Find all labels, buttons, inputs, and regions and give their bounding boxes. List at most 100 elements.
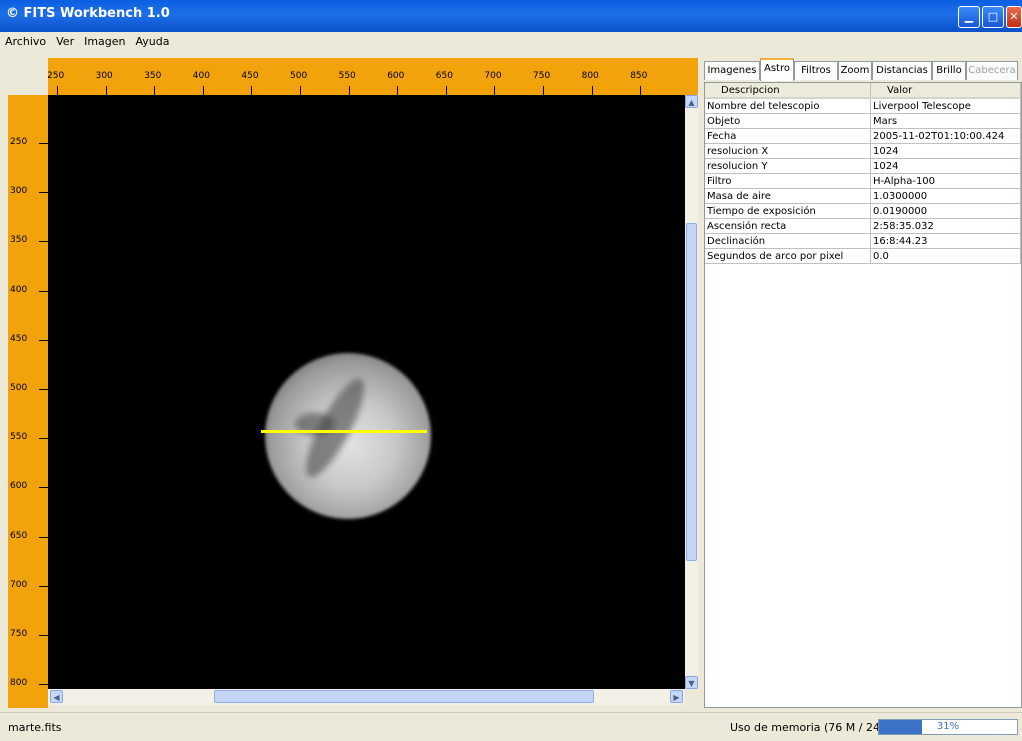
table-row[interactable]: Objeto Mars bbox=[705, 113, 1021, 129]
tab-brillo[interactable]: Brillo bbox=[932, 61, 966, 80]
menu-bar: Archivo Ver Imagen Ayuda bbox=[0, 32, 1022, 52]
table-row[interactable]: Declinación 16:8:44.23 bbox=[705, 233, 1021, 249]
horizontal-scrollbar[interactable]: ◀ ▶ bbox=[48, 689, 685, 705]
cell-descripcion: Nombre del telescopio bbox=[705, 98, 871, 114]
x-ruler-tick bbox=[154, 86, 156, 95]
menu-archivo[interactable]: Archivo bbox=[0, 32, 51, 52]
x-ruler-tick bbox=[397, 86, 399, 95]
image-panel: 250 300 350 400 450 500 550 600 650 700 750 800 850 … bbox=[8, 58, 698, 708]
horizontal-scroll-thumb[interactable] bbox=[214, 690, 594, 703]
x-ruler-tick bbox=[494, 86, 496, 95]
vertical-scrollbar[interactable]: ▲ ▼ bbox=[685, 95, 698, 689]
x-ruler-label: 450 bbox=[241, 71, 259, 81]
y-ruler-label: 800 bbox=[10, 678, 28, 689]
cell-valor: 1024 bbox=[870, 143, 1021, 159]
tab-imagenes[interactable]: Imagenes bbox=[704, 61, 760, 80]
table-row[interactable]: resolucion X 1024 bbox=[705, 143, 1021, 159]
x-ruler-tick bbox=[251, 86, 253, 95]
x-ruler-tick bbox=[445, 86, 447, 95]
column-header-descripcion[interactable]: Descripcion bbox=[705, 83, 871, 99]
y-ruler-tick bbox=[39, 536, 48, 538]
x-ruler-tick bbox=[543, 86, 544, 95]
cell-valor: Mars bbox=[870, 113, 1021, 129]
y-ruler-tick bbox=[39, 241, 48, 243]
y-ruler-tick bbox=[39, 290, 48, 292]
status-filename: marte.fits bbox=[8, 721, 62, 734]
table-row[interactable]: Masa de aire 1.0300000 bbox=[705, 188, 1021, 204]
tab-astro[interactable]: Astro bbox=[760, 58, 794, 81]
cell-valor: 2:58:35.032 bbox=[870, 218, 1021, 234]
vertical-scroll-thumb[interactable] bbox=[686, 223, 697, 561]
scroll-down-arrow[interactable]: ▼ bbox=[685, 676, 698, 689]
title-bar: © FITS Workbench 1.0 ▁ □ ✕ bbox=[0, 0, 1022, 32]
x-ruler-tick bbox=[202, 86, 204, 95]
cell-descripcion: Fecha bbox=[705, 128, 871, 144]
y-ruler-label: 650 bbox=[10, 530, 28, 541]
app-icon: © bbox=[6, 6, 19, 21]
tab-strip: Imagenes Astro Filtros Zoom Distancias B… bbox=[704, 58, 1022, 82]
info-panel: Imagenes Astro Filtros Zoom Distancias B… bbox=[704, 58, 1022, 708]
x-ruler-tick bbox=[348, 86, 350, 95]
menu-imagen[interactable]: Imagen bbox=[79, 32, 130, 52]
cell-valor: 1024 bbox=[870, 158, 1021, 174]
y-ruler-tick bbox=[39, 143, 48, 144]
x-ruler-tick bbox=[640, 86, 642, 95]
scroll-up-arrow[interactable]: ▲ bbox=[685, 95, 698, 108]
astro-properties-table: Descripcion Valor Nombre del telescopio L… bbox=[704, 82, 1022, 708]
menu-ayuda[interactable]: Ayuda bbox=[131, 32, 175, 52]
cell-descripcion: resolucion X bbox=[705, 143, 871, 159]
cell-valor: 16:8:44.23 bbox=[870, 233, 1021, 249]
vertical-ruler: 250 300 350 400 450 500 550 600 650 700 750 800 bbox=[8, 95, 48, 708]
table-row[interactable]: Fecha 2005-11-02T01:10:00.424 bbox=[705, 128, 1021, 144]
fits-image-canvas[interactable] bbox=[48, 95, 685, 689]
y-ruler-tick bbox=[39, 684, 48, 686]
horizontal-ruler: 250 300 350 400 450 500 550 600 650 700 750 800 850 bbox=[48, 58, 698, 95]
scroll-left-arrow[interactable]: ◀ bbox=[50, 690, 63, 703]
tab-cabecera: Cabecera bbox=[966, 61, 1018, 80]
x-ruler-label: 650 bbox=[435, 71, 453, 81]
cell-valor: 1.0300000 bbox=[870, 188, 1021, 204]
x-ruler-label: 550 bbox=[338, 71, 356, 81]
y-ruler-label: 750 bbox=[10, 629, 28, 639]
cell-descripcion: Objeto bbox=[705, 113, 871, 129]
cell-descripcion: Ascensión recta bbox=[705, 218, 871, 234]
table-row[interactable]: Segundos de arco por pixel 0.0 bbox=[705, 248, 1021, 264]
table-row[interactable]: Tiempo de exposición 0.0190000 bbox=[705, 203, 1021, 219]
y-ruler-label: 700 bbox=[10, 579, 28, 590]
close-button[interactable]: ✕ bbox=[1006, 6, 1022, 28]
menu-ver[interactable]: Ver bbox=[51, 32, 79, 52]
y-ruler-label: 500 bbox=[10, 383, 28, 393]
table-row[interactable]: Filtro H-Alpha-100 bbox=[705, 173, 1021, 189]
cell-descripcion: Tiempo de exposición bbox=[705, 203, 871, 219]
maximize-button[interactable]: □ bbox=[982, 6, 1004, 28]
scroll-right-arrow[interactable]: ▶ bbox=[670, 690, 683, 703]
x-ruler-label: 300 bbox=[95, 71, 113, 81]
table-row[interactable]: Nombre del telescopio Liverpool Telescope bbox=[705, 98, 1021, 114]
window-title: © FITS Workbench 1.0 bbox=[6, 6, 170, 21]
x-ruler-tick bbox=[105, 86, 107, 95]
memory-percent-text: 31% bbox=[936, 721, 960, 732]
cell-valor: 0.0190000 bbox=[870, 203, 1021, 219]
x-ruler-label: 700 bbox=[484, 71, 502, 81]
cell-valor: Liverpool Telescope bbox=[870, 98, 1021, 114]
x-ruler-tick bbox=[57, 86, 58, 95]
x-ruler-label: 350 bbox=[144, 71, 162, 81]
x-ruler-label: 800 bbox=[581, 71, 599, 81]
table-row[interactable]: Ascensión recta 2:58:35.032 bbox=[705, 218, 1021, 234]
cell-descripcion: Masa de aire bbox=[705, 188, 871, 204]
column-header-valor[interactable]: Valor bbox=[870, 83, 1021, 99]
table-row[interactable]: resolucion Y 1024 bbox=[705, 158, 1021, 174]
minimize-button[interactable]: ▁ bbox=[958, 6, 980, 28]
tab-zoom[interactable]: Zoom bbox=[838, 61, 872, 80]
y-ruler-label: 550 bbox=[10, 432, 28, 443]
x-ruler-label: 400 bbox=[192, 71, 210, 81]
profile-line[interactable] bbox=[261, 430, 427, 433]
cell-descripcion: Filtro bbox=[705, 173, 871, 189]
y-ruler-tick bbox=[39, 339, 48, 341]
tab-filtros[interactable]: Filtros bbox=[794, 61, 838, 80]
cell-descripcion: Declinación bbox=[705, 233, 871, 249]
window-title-text: FITS Workbench 1.0 bbox=[23, 6, 170, 21]
tab-distancias[interactable]: Distancias bbox=[872, 61, 932, 80]
y-ruler-tick bbox=[39, 635, 48, 636]
x-ruler-label: 850 bbox=[630, 71, 648, 81]
